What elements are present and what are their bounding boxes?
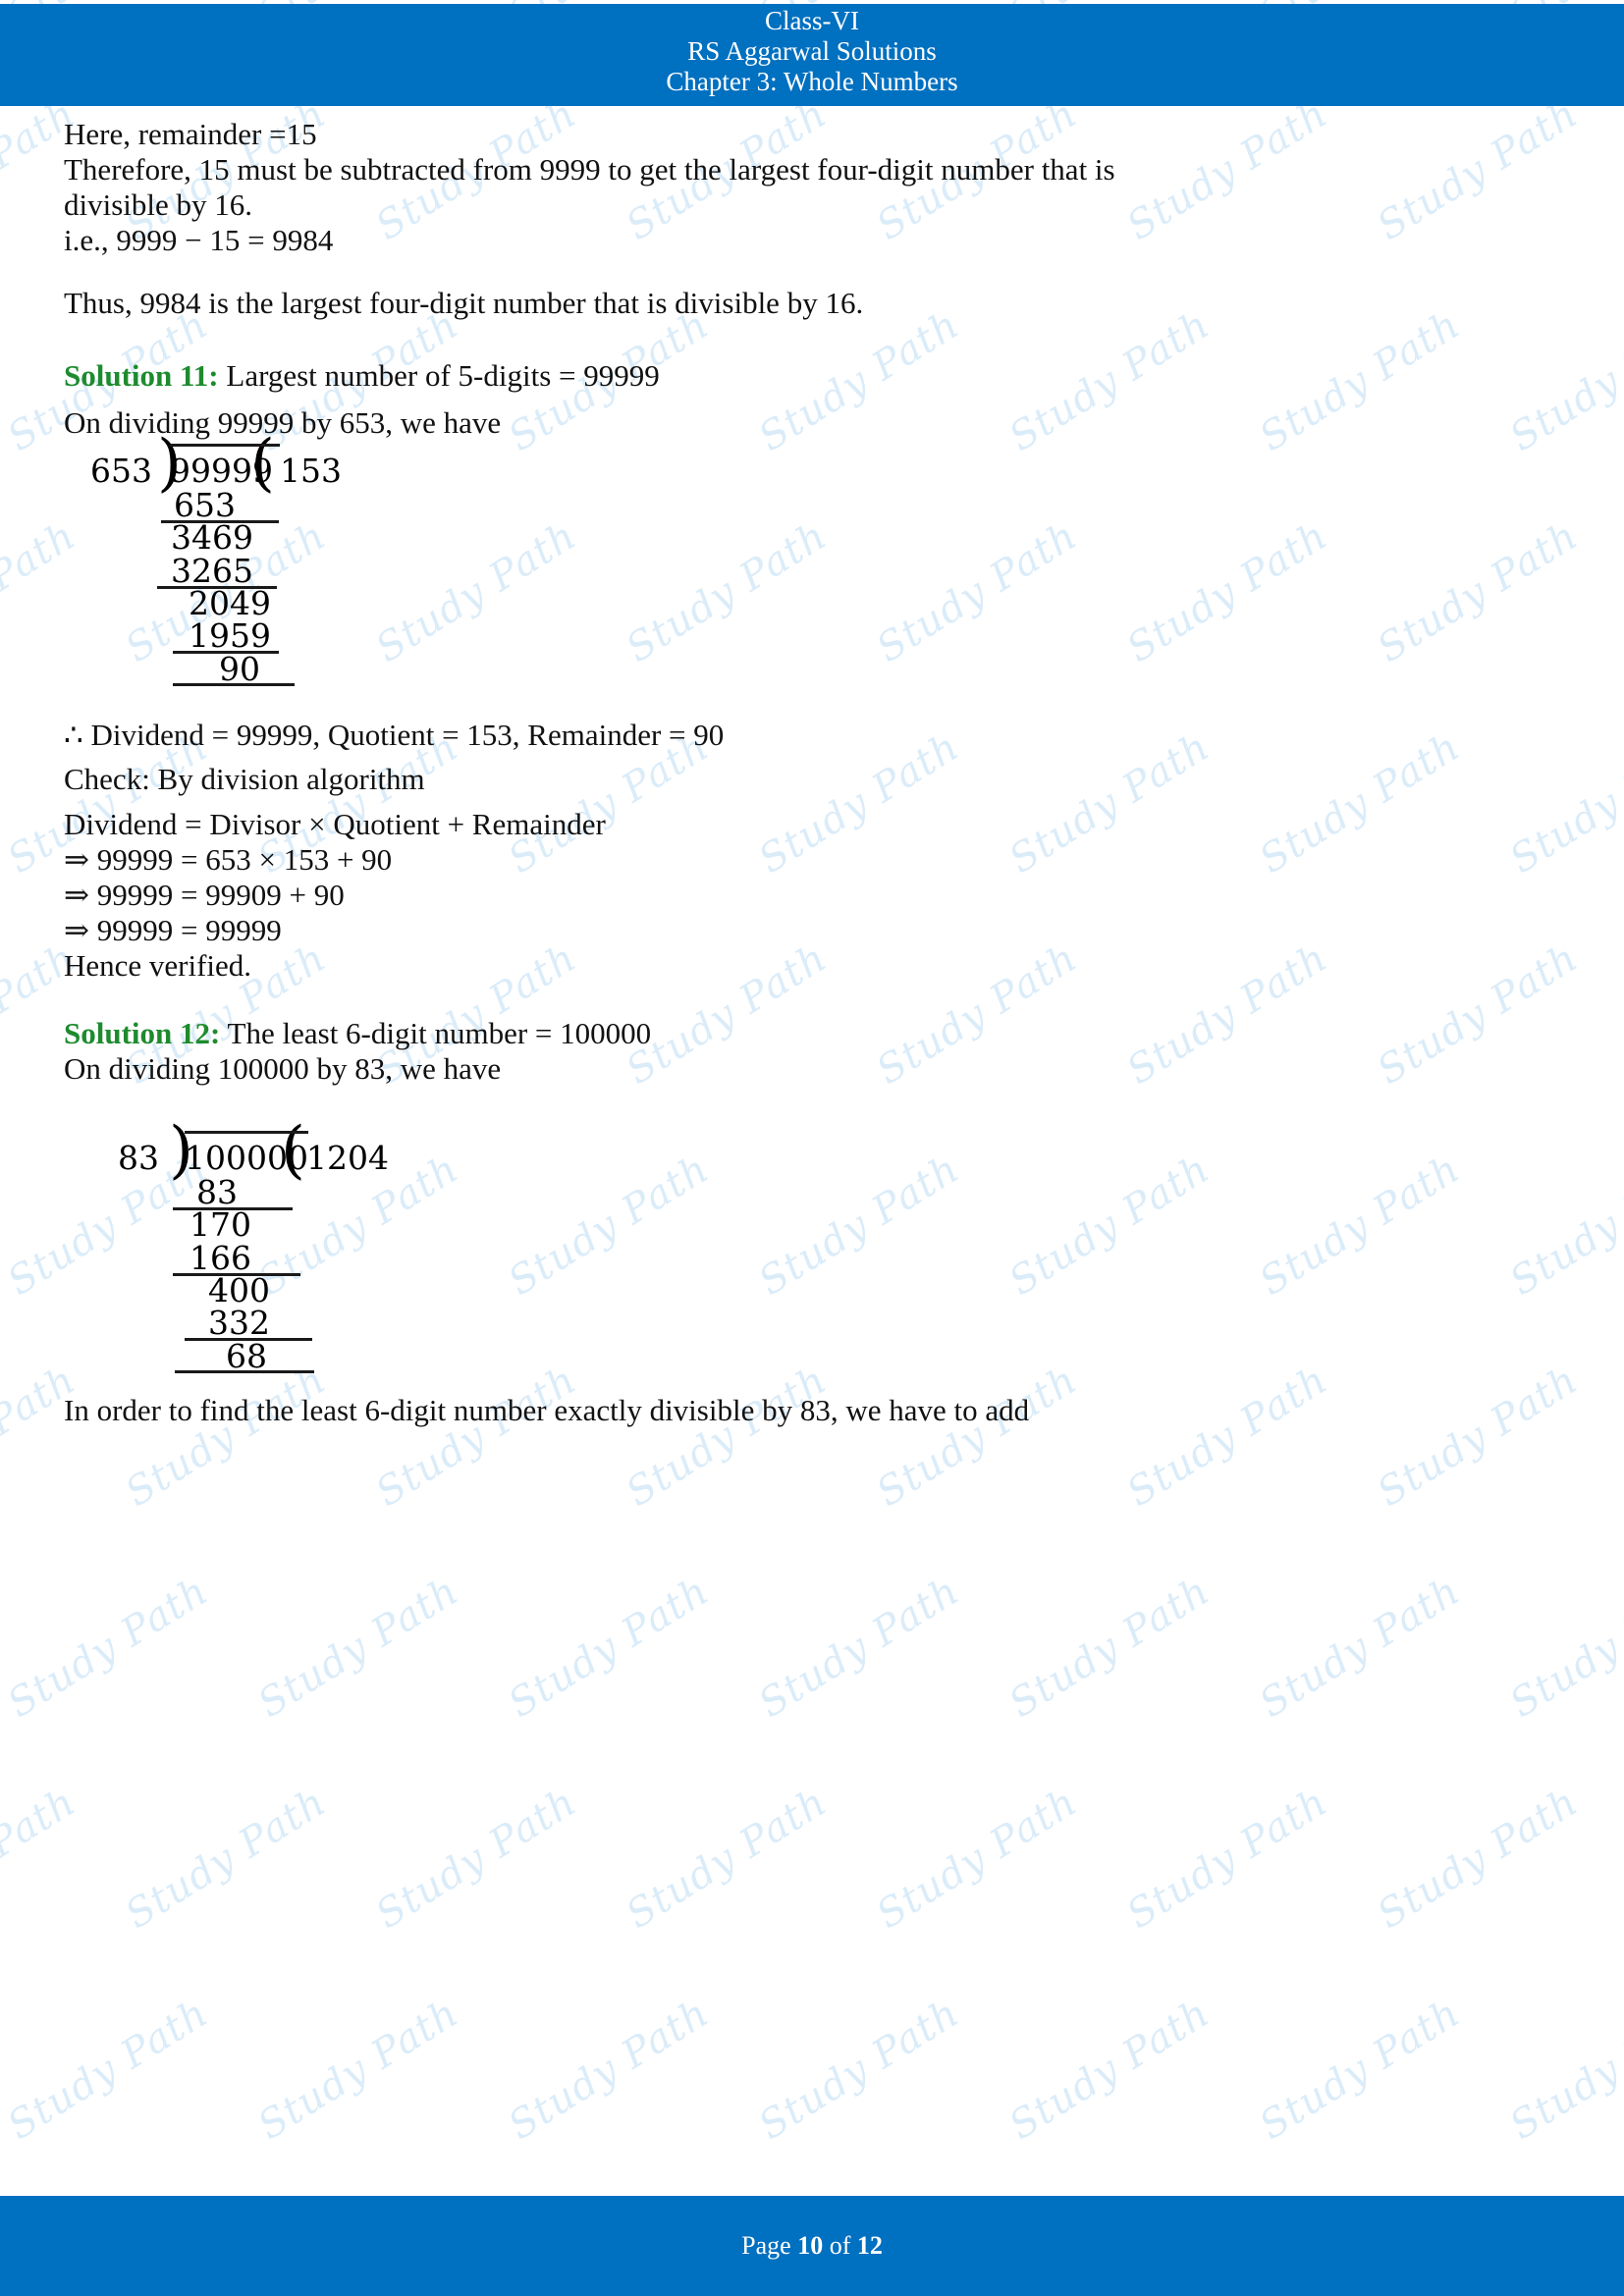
watermark-text: Study Path: [501, 1146, 718, 1306]
watermark-text: Study Path: [1370, 934, 1587, 1095]
watermark-text: Study Path: [869, 1779, 1086, 1939]
solution-12-statement: The least 6-digit number = 100000: [220, 1016, 652, 1050]
watermark-text: Study Path: [1370, 512, 1587, 672]
watermark-text: Study Path: [1502, 301, 1624, 461]
watermark-text: Study Path: [751, 1568, 968, 1728]
watermark-text: Study Path: [1001, 1146, 1218, 1306]
watermark-text: Study Path: [368, 512, 585, 672]
text-in-order-to-find: In order to find the least 6-digit numbe…: [64, 1393, 1030, 1427]
text-thus-conclusion: Thus, 9984 is the largest four-digit num…: [64, 286, 864, 320]
watermark-text: Study Path: [751, 723, 968, 883]
watermark-text: Study Path: [1119, 934, 1336, 1095]
watermark-text: Study Path: [0, 1568, 217, 1728]
page-middle: of: [823, 2231, 857, 2260]
watermark-text: Study Path: [0, 1779, 84, 1938]
solution-12-label: Solution 12:: [64, 1016, 221, 1050]
watermark-text: Study Path: [1252, 301, 1469, 461]
watermark-text: Study Path: [1001, 1568, 1218, 1728]
watermark-text: Study Path: [1252, 1568, 1469, 1728]
page-prefix: Page: [741, 2231, 798, 2260]
division2-rule-4: [175, 1370, 314, 1373]
text-hence-verified: Hence verified.: [64, 948, 252, 983]
watermark-text: Study Path: [368, 1779, 585, 1939]
watermark-text: Study Path: [751, 1146, 968, 1306]
watermark-text: Study Path: [1119, 1779, 1336, 1939]
division2-divisor: 83: [118, 1139, 159, 1177]
text-dividend-quotient-remainder: ∴ Dividend = 99999, Quotient = 153, Rema…: [64, 718, 725, 752]
watermark-text: Study Path: [118, 1357, 335, 1517]
watermark-text: Study Path: [1001, 1990, 1218, 2150]
long-division-99999-by-653: 653 ) 99999 ( 153 653 3469 3265 2049 195…: [0, 430, 393, 688]
watermark-text: Study Path: [1001, 301, 1218, 461]
division2-top-bar: [185, 1131, 308, 1134]
solution-11-statement: Largest number of 5-digits = 99999: [218, 358, 660, 393]
watermark-text: Study Path: [1252, 723, 1469, 883]
watermark-text: Study Path: [1502, 1568, 1624, 1728]
watermark-text: Study Path: [1119, 1357, 1336, 1517]
header-class-line: Class-VI: [765, 6, 859, 35]
page-current: 10: [797, 2231, 824, 2260]
text-on-dividing-100000: On dividing 100000 by 83, we have: [64, 1051, 502, 1086]
watermark-text: Study Path: [1119, 512, 1336, 672]
division1-rule-4: [173, 683, 295, 686]
watermark-text: Study Path: [1252, 1146, 1469, 1306]
watermark-text: Study Path: [250, 1568, 467, 1728]
watermark-text: Study Path: [1620, 91, 1624, 250]
watermark-text: Study Path: [1252, 1990, 1469, 2150]
solution-11-heading: Solution 11: Largest number of 5-digits …: [64, 353, 660, 399]
watermark-text: Study Path: [1502, 1990, 1624, 2150]
watermark-text: Study Path: [501, 1990, 718, 2150]
document-header: Class-VI RS Aggarwal Solutions Chapter 3…: [0, 4, 1624, 106]
division1-quotient: 153: [280, 452, 342, 490]
watermark-text: Study Path: [250, 1990, 467, 2150]
watermark-text: Study Path: [1502, 1146, 1624, 1306]
watermark-text: Study Path: [751, 1990, 968, 2150]
watermark-text: Study Path: [1502, 723, 1624, 883]
watermark-text: Study Path: [619, 1779, 836, 1939]
header-book-line: RS Aggarwal Solutions: [687, 36, 937, 66]
watermark-text: Study Path: [619, 1357, 836, 1517]
watermark-text: Study Path: [1620, 1358, 1624, 1517]
watermark-text: Study Path: [1620, 513, 1624, 672]
text-check-algorithm: Check: By division algorithm: [64, 762, 425, 796]
page-number-indicator: Page 10 of 12: [741, 2231, 883, 2261]
watermark-text: Study Path: [1620, 935, 1624, 1095]
solution-11-label: Solution 11:: [64, 358, 219, 393]
watermark-text: Study Path: [1620, 1780, 1624, 1939]
document-footer: Page 10 of 12: [0, 2196, 1624, 2296]
watermark-text: Study Path: [1370, 1357, 1587, 1517]
watermark-text: Study Path: [501, 1568, 718, 1728]
watermark-text: Study Path: [1370, 90, 1587, 250]
watermark-text: Study Path: [0, 1990, 217, 2150]
watermark-text: Study Path: [0, 1357, 84, 1516]
text-subtraction-equation: i.e., 9999 − 15 = 9984: [64, 223, 334, 257]
watermark-text: Study Path: [869, 512, 1086, 672]
page-total: 12: [856, 2231, 883, 2260]
watermark-text: Study Path: [1370, 1779, 1587, 1939]
watermark-text: Study Path: [1001, 723, 1218, 883]
long-division-100000-by-83: 83 ) 100000 ( 1204 83 170 166 400 332 68: [0, 1117, 422, 1375]
watermark-text: Study Path: [1119, 90, 1336, 250]
watermark-text: Study Path: [869, 1357, 1086, 1517]
watermark-text: Study Path: [869, 934, 1086, 1095]
division1-divisor: 653: [90, 452, 152, 490]
header-chapter-line: Chapter 3: Whole Numbers: [666, 67, 958, 96]
watermark-text: Study Path: [118, 1779, 335, 1939]
watermark-text: Study Path: [368, 1357, 585, 1517]
watermark-text: Study Path: [619, 512, 836, 672]
division2-quotient: 1204: [306, 1139, 389, 1177]
division1-top-bar: [170, 444, 280, 447]
